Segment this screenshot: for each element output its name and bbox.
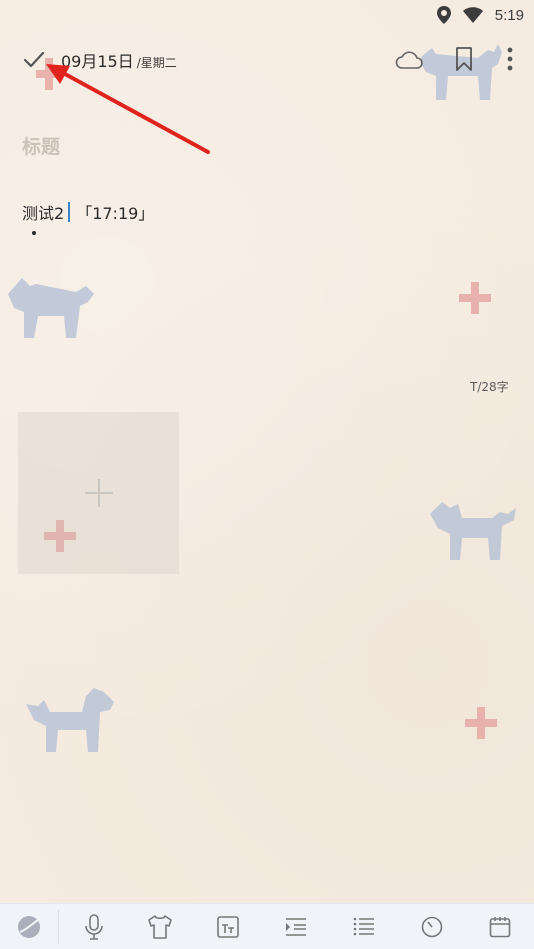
more-options-button[interactable] — [500, 44, 520, 74]
wifi-icon — [462, 7, 483, 23]
note-date[interactable]: 09月15日 /星期二 — [61, 48, 177, 72]
weekday-text: /星期二 — [136, 56, 177, 70]
location-icon — [436, 6, 451, 24]
text-format-button[interactable] — [202, 904, 254, 949]
timestamp-tag: 「17:19」 — [76, 204, 155, 223]
list-icon — [353, 917, 374, 936]
bottom-toolbar — [0, 903, 534, 949]
bookmark-icon — [456, 47, 472, 71]
theme-icon — [18, 916, 40, 938]
more-vert-icon — [507, 47, 513, 71]
timer-button[interactable] — [406, 904, 458, 949]
theme-button[interactable] — [0, 904, 58, 949]
calendar-button[interactable] — [474, 904, 526, 949]
timer-icon — [421, 916, 443, 938]
skin-button[interactable] — [134, 904, 186, 949]
microphone-icon — [85, 914, 103, 940]
toolbar-divider — [58, 910, 59, 944]
check-icon — [23, 51, 45, 68]
plus-icon — [84, 479, 113, 507]
text-format-icon — [217, 916, 239, 938]
note-content[interactable]: 测试2 「17:19」 — [22, 200, 154, 224]
cloud-sync-button[interactable] — [394, 46, 424, 74]
title-input[interactable] — [22, 132, 502, 162]
note-toolbar: 09月15日 /星期二 — [0, 40, 534, 80]
status-bar: 5:19 — [0, 0, 534, 30]
list-button[interactable] — [338, 904, 390, 949]
bookmark-button[interactable] — [452, 44, 476, 74]
text-caret — [68, 202, 71, 222]
shirt-icon — [148, 915, 172, 939]
date-text: 09月15日 — [61, 52, 134, 71]
calendar-icon — [489, 917, 511, 938]
add-image-button[interactable] — [18, 412, 179, 574]
content-text: 测试2 — [22, 204, 65, 223]
cloud-icon — [395, 51, 423, 69]
status-time: 5:19 — [494, 6, 524, 24]
indent-button[interactable] — [270, 904, 322, 949]
indent-icon — [286, 918, 306, 936]
word-count: T/28字 — [470, 380, 509, 394]
list-bullet — [32, 231, 36, 235]
done-button[interactable] — [20, 46, 48, 74]
voice-input-button[interactable] — [68, 904, 120, 949]
